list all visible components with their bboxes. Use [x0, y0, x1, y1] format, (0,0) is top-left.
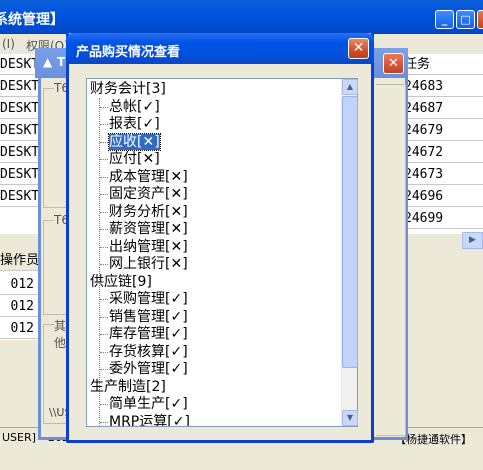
mid-window-title: T — [57, 55, 66, 69]
bg-grid-left-cell: DESKTO — [0, 186, 38, 207]
tree-item-node[interactable]: 成本管理[✕] — [100, 168, 188, 186]
bg-grid-right-cell: 24672 — [404, 142, 483, 163]
tree-node-label: 应收[✕] — [108, 132, 161, 151]
tree-node-label: 存货核算[✓] — [109, 343, 188, 360]
tree-branch-line — [100, 316, 108, 318]
bg-operator-cell: 012 — [0, 274, 38, 295]
tree-branch-line — [100, 421, 108, 423]
tree-branch-line — [100, 351, 108, 353]
tree-node-label: 委外管理[✓] — [109, 361, 188, 377]
tree-node-label: MRP运算[✓] — [109, 413, 190, 427]
tree-group-node[interactable]: 财务会计[3] — [90, 81, 166, 98]
bg-grid-left-cell: DESKTO — [0, 76, 38, 97]
tree-branch-line — [100, 176, 108, 178]
status-user: USER] — [2, 431, 36, 444]
scroll-thumb[interactable] — [342, 96, 358, 368]
tree-branch-line — [100, 264, 108, 265]
tree-branch-line — [100, 229, 108, 230]
tree-branch-line — [100, 404, 108, 405]
bg-operator-cell: 012 — [0, 296, 38, 317]
tree-vertical-scrollbar[interactable]: ▲ ▼ — [341, 79, 358, 426]
tree-node-label: 库存管理[✓] — [109, 326, 188, 342]
scroll-down-button[interactable]: ▼ — [342, 410, 358, 426]
bg-grid-right-cell: 24673 — [404, 164, 483, 185]
bg-session-grid-left: DESKTODESKTODESKTODESKTODESKTODESKTODESK… — [0, 54, 38, 234]
tree-node-label: 报表[✓] — [109, 116, 160, 132]
tree-branch-line — [100, 299, 108, 300]
tree-item-node[interactable]: 报表[✓] — [100, 116, 160, 133]
bg-scroll-right-button[interactable]: ▶ — [462, 232, 483, 249]
bg-menu-item-1[interactable]: (I) — [2, 37, 15, 51]
tree-node-label: 财务分析[✕] — [109, 203, 188, 220]
bg-grid-right-cell: 24696 — [404, 186, 483, 207]
tree-branch-line — [100, 194, 108, 195]
dialog-titlebar: 产品购买情况查看 — [66, 33, 374, 64]
bg-window-title: 系统管理】 — [0, 12, 64, 28]
tree-node-label: 财务会计[3] — [90, 81, 166, 97]
tree-branch-line — [100, 211, 108, 213]
tree-item-node[interactable]: 采购管理[✓] — [100, 291, 188, 308]
tree-item-node[interactable]: 销售管理[✓] — [100, 308, 188, 326]
tree-node-label: 成本管理[✕] — [109, 168, 188, 185]
bg-maximize-button[interactable]: □ — [456, 10, 475, 29]
tree-item-node[interactable]: 薪资管理[✕] — [100, 221, 188, 238]
bg-grid-left-cell: DESKTO — [0, 120, 38, 141]
bg-grid-left-cell: DESKTO — [0, 98, 38, 119]
tree-node-label: 供应链[9] — [90, 273, 152, 290]
bg-grid-right-cell: 24687 — [404, 98, 483, 119]
bg-window-titlebar: 系统管理】 _ □ ✕ — [0, 0, 483, 34]
tree-item-node[interactable]: 存货核算[✓] — [100, 343, 188, 361]
tree-node-label: 总帐[✓] — [109, 98, 160, 115]
tree-item-node[interactable]: 网上银行[✕] — [100, 256, 188, 273]
dialog-title: 产品购买情况查看 — [76, 45, 181, 60]
tree-node-label: 应付[✕] — [109, 151, 160, 167]
tree-item-node[interactable]: 简单生产[✓] — [100, 396, 188, 413]
mid-group-right — [376, 84, 406, 436]
bg-operator-grid: 操作员 012 012 012 — [0, 250, 38, 340]
bg-grid-right-header: 任务 — [404, 54, 483, 75]
mid-close-button[interactable]: ✕ — [383, 53, 404, 74]
bg-grid-left-cell: DESKTO — [0, 54, 38, 75]
tree-node-label: 采购管理[✓] — [109, 291, 188, 307]
tree-item-node[interactable]: 委外管理[✓] — [100, 361, 188, 378]
tree-branch-line — [100, 334, 108, 335]
bg-minimize-button[interactable]: _ — [435, 10, 454, 29]
tree-item-node[interactable]: 应付[✕] — [100, 151, 160, 168]
dialog-close-button[interactable]: ✕ — [348, 38, 369, 59]
tree-branch-line — [100, 246, 108, 248]
mid-window-icon: ▲ — [43, 55, 53, 69]
bg-grid-right-cell: 24679 — [404, 120, 483, 141]
tree-item-node[interactable]: 财务分析[✕] — [100, 203, 188, 221]
tree-node-label: 薪资管理[✕] — [109, 221, 188, 237]
tree-branch-line — [100, 141, 108, 143]
tree-branch-line — [100, 159, 108, 160]
product-tree[interactable]: 财务会计[3] 总帐[✓] 报表[✓] 应收[✕] 应付[✕] 成本管理[✕] 固定资产[✕… — [86, 78, 358, 427]
tree-item-node[interactable]: 库存管理[✓] — [100, 326, 188, 343]
tree-node-label: 出纳管理[✕] — [109, 238, 188, 255]
tree-branch-line — [100, 106, 108, 108]
tree-node-label: 生产制造[2] — [90, 378, 166, 395]
tree-node-label: 简单生产[✓] — [109, 396, 188, 412]
bg-close-button[interactable]: ✕ — [477, 10, 483, 29]
bg-operator-cell: 012 — [0, 318, 38, 339]
tree-group-node[interactable]: 生产制造[2] — [90, 379, 166, 396]
bg-grid-right-cell: 24683 — [404, 76, 483, 97]
bg-grid-left-cell: DESKTO — [0, 164, 38, 185]
tree-group-node[interactable]: 供应链[9] — [90, 274, 152, 291]
tree-item-node[interactable]: 固定资产[✕] — [100, 186, 188, 203]
tree-node-label: 固定资产[✕] — [109, 186, 188, 202]
tree-item-node[interactable]: 出纳管理[✕] — [100, 238, 188, 256]
tree-branch-line — [100, 124, 108, 125]
bg-grid-left-cell: DESKTO — [0, 142, 38, 163]
tree-item-node[interactable]: 应收[✕] — [100, 132, 161, 151]
tree-node-label: 销售管理[✓] — [109, 308, 188, 325]
tree-node-label: 网上银行[✕] — [109, 256, 188, 272]
bg-operator-header: 操作员 — [0, 250, 38, 271]
bg-grid-right-cell: 24699 — [404, 208, 483, 229]
tree-item-node[interactable]: MRP运算[✓] — [100, 413, 190, 427]
scroll-up-button[interactable]: ▲ — [342, 79, 358, 95]
tree-item-node[interactable]: 总帐[✓] — [100, 98, 160, 116]
tree-branch-line — [100, 369, 108, 370]
